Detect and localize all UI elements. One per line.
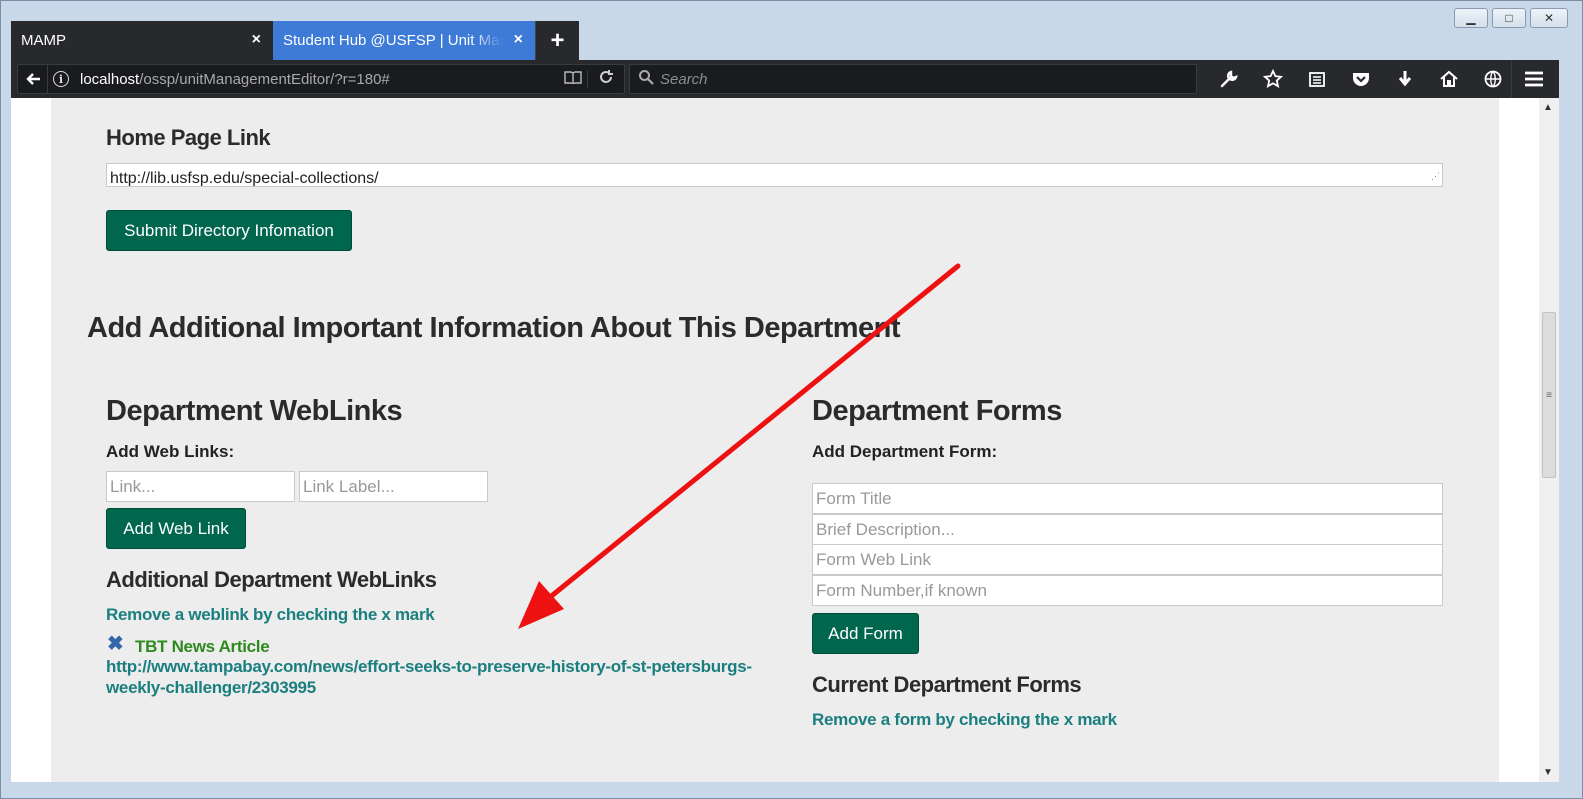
remove-weblink-hint: Remove a weblink by checking the x mark	[106, 605, 435, 624]
form-number-placeholder: Form Number,if known	[816, 580, 987, 600]
reading-list-icon[interactable]	[1295, 60, 1339, 98]
url-host: localhost	[80, 70, 140, 88]
back-arrow-icon[interactable]	[18, 65, 48, 93]
url-path: /ossp/unitManagementEditor/?r=180#	[139, 70, 390, 88]
star-icon[interactable]	[1251, 60, 1295, 98]
reader-view-icon[interactable]	[558, 70, 588, 88]
form-number-input[interactable]: Form Number,if known	[812, 575, 1443, 606]
submit-directory-button[interactable]: Submit Directory Infomation	[106, 210, 352, 251]
reload-icon[interactable]	[588, 69, 624, 90]
scroll-down-icon[interactable]: ▼	[1543, 767, 1553, 778]
browser-window: ▁ □ ✕ MAMP × Student Hub @USFSP | Unit M…	[0, 0, 1583, 799]
minimize-button[interactable]: ▁	[1454, 8, 1488, 28]
additional-info-heading: Add Additional Important Information Abo…	[87, 312, 901, 344]
wrench-icon[interactable]	[1207, 60, 1251, 98]
download-icon[interactable]	[1383, 60, 1427, 98]
forms-heading: Department Forms	[812, 395, 1062, 427]
form-weblink-input[interactable]: Form Web Link	[812, 544, 1443, 575]
tab-close-icon[interactable]: ×	[514, 31, 523, 49]
link-placeholder: Link...	[110, 476, 156, 496]
form-title-input[interactable]: Form Title	[812, 483, 1443, 514]
vertical-scrollbar[interactable]: ▲ ≡ ▼	[1539, 98, 1559, 782]
maximize-button[interactable]: □	[1492, 8, 1526, 28]
site-info-icon[interactable]: i	[48, 65, 74, 93]
globe-icon[interactable]	[1471, 60, 1515, 98]
menu-icon[interactable]	[1511, 60, 1555, 98]
weblink-url[interactable]: http://www.tampabay.com/news/effort-seek…	[106, 656, 766, 698]
link-input[interactable]: Link...	[106, 471, 295, 502]
tab-mamp[interactable]: MAMP ×	[11, 21, 273, 60]
home-icon[interactable]	[1427, 60, 1471, 98]
scrollbar-thumb[interactable]: ≡	[1542, 312, 1556, 478]
link-label-input[interactable]: Link Label...	[299, 471, 488, 502]
home-page-link-label: Home Page Link	[106, 125, 271, 150]
current-forms-heading: Current Department Forms	[812, 672, 1082, 697]
tab-label: Student Hub @USFSP | Unit Management	[283, 32, 503, 49]
form-description-input[interactable]: Brief Description...	[812, 514, 1443, 545]
search-placeholder: Search	[660, 70, 708, 88]
weblinks-heading: Department WebLinks	[106, 395, 403, 427]
page-viewport: Home Page Link http://lib.usfsp.edu/spec…	[11, 98, 1539, 782]
url-text[interactable]: localhost/ossp/unitManagementEditor/?r=1…	[80, 71, 558, 88]
home-page-link-input[interactable]: http://lib.usfsp.edu/special-collections…	[106, 163, 1443, 187]
form-title-placeholder: Form Title	[816, 488, 892, 508]
toolbar-icons	[1207, 60, 1543, 98]
home-page-link-value: http://lib.usfsp.edu/special-collections…	[110, 170, 379, 187]
tab-student-hub[interactable]: Student Hub @USFSP | Unit Management ×	[273, 21, 535, 60]
remove-x-icon[interactable]: ✖	[107, 634, 124, 654]
tab-label: MAMP	[21, 32, 66, 49]
pocket-icon[interactable]	[1339, 60, 1383, 98]
form-description-placeholder: Brief Description...	[816, 519, 955, 539]
search-bar[interactable]: Search	[629, 64, 1197, 94]
resize-grip-icon[interactable]: ⋰	[1431, 167, 1440, 185]
tab-strip: MAMP × Student Hub @USFSP | Unit Managem…	[11, 21, 579, 60]
add-form-button[interactable]: Add Form	[812, 613, 919, 654]
additional-weblinks-heading: Additional Department WebLinks	[106, 567, 437, 592]
close-window-button[interactable]: ✕	[1530, 8, 1568, 28]
weblink-label: TBT News Article	[135, 637, 270, 656]
url-bar[interactable]: i localhost/ossp/unitManagementEditor/?r…	[17, 64, 625, 94]
add-department-form-label: Add Department Form:	[812, 442, 998, 461]
new-tab-button[interactable]: +	[535, 21, 579, 60]
search-icon	[638, 69, 654, 90]
tab-close-icon[interactable]: ×	[252, 31, 261, 49]
window-controls: ▁ □ ✕	[1454, 8, 1568, 28]
scroll-up-icon[interactable]: ▲	[1543, 102, 1553, 113]
page-content: Home Page Link http://lib.usfsp.edu/spec…	[51, 98, 1499, 782]
remove-form-hint: Remove a form by checking the x mark	[812, 710, 1117, 729]
link-label-placeholder: Link Label...	[303, 476, 395, 496]
form-weblink-placeholder: Form Web Link	[816, 549, 931, 569]
add-web-links-label: Add Web Links:	[106, 442, 235, 461]
navigation-toolbar: i localhost/ossp/unitManagementEditor/?r…	[11, 60, 1559, 98]
add-web-link-button[interactable]: Add Web Link	[106, 508, 246, 549]
